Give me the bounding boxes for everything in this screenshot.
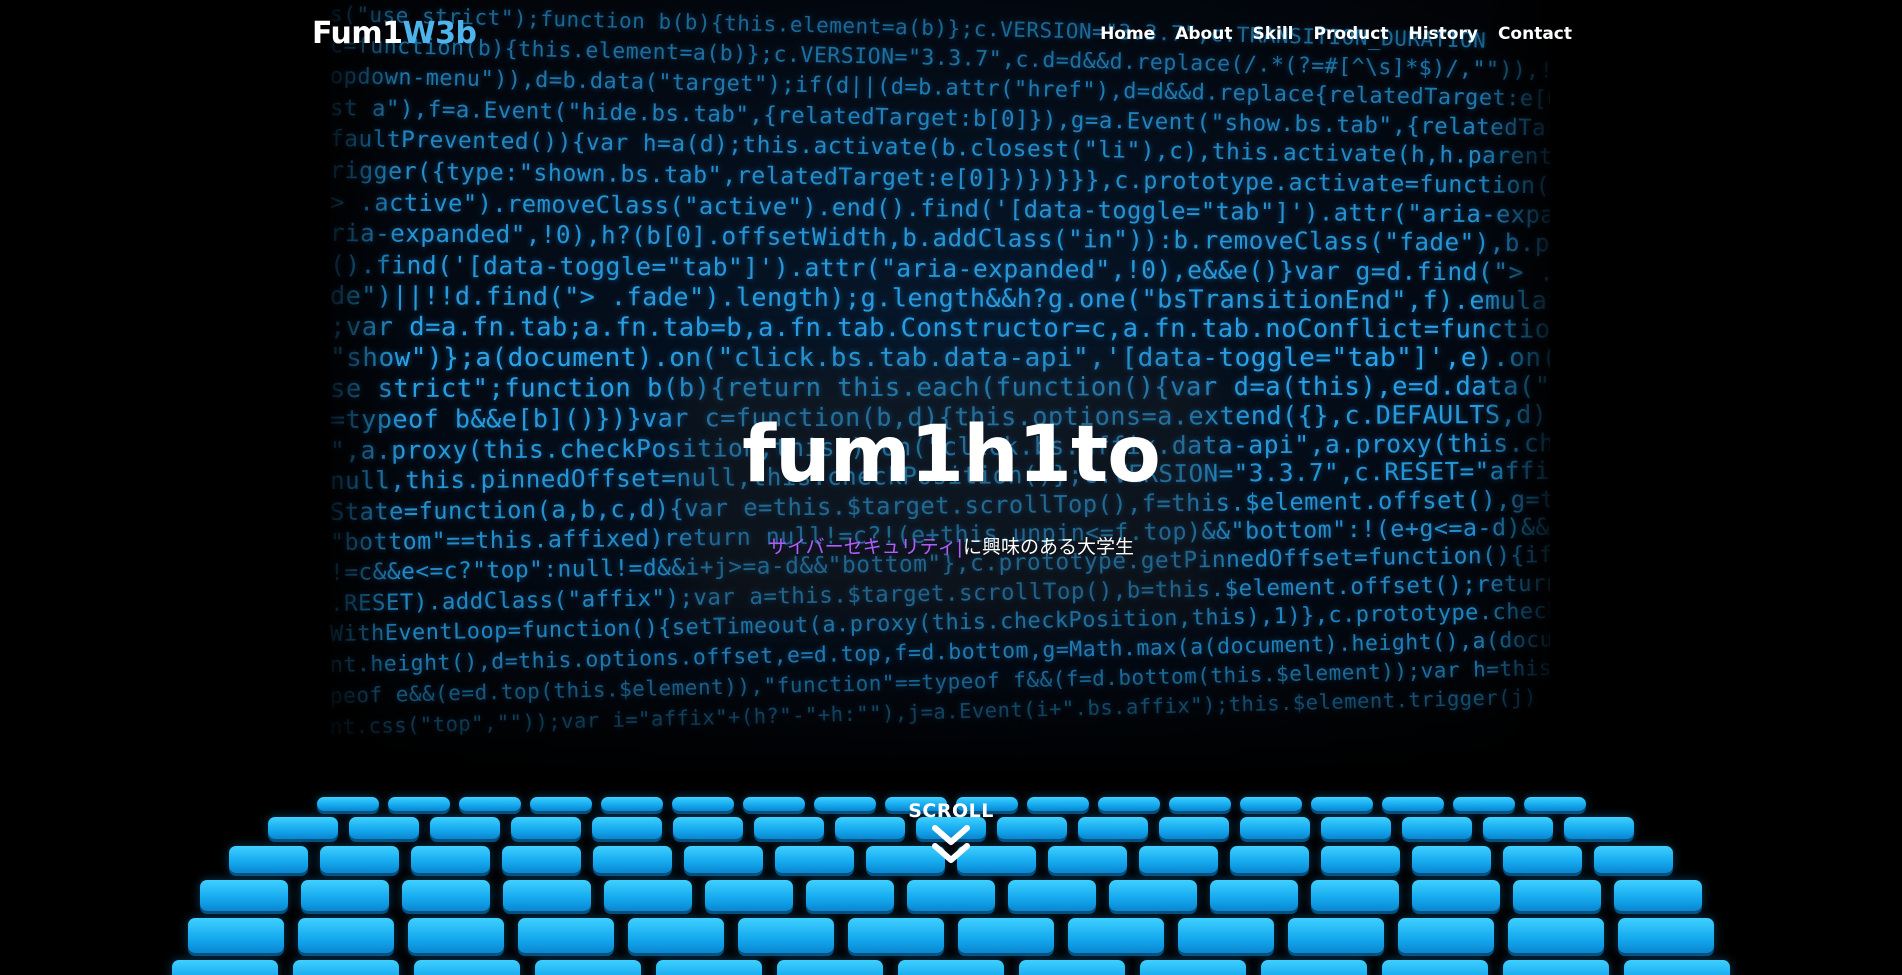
keyboard-key <box>188 918 284 953</box>
keyboard-key <box>1178 918 1274 953</box>
keyboard-key <box>898 960 1004 975</box>
keyboard-key <box>907 880 995 911</box>
keyboard-key <box>1624 960 1730 975</box>
keyboard-key <box>1618 918 1714 953</box>
keyboard-key <box>503 880 591 911</box>
keyboard-key <box>958 918 1054 953</box>
keyboard-key <box>1503 960 1609 975</box>
scroll-label: SCROLL <box>908 800 994 822</box>
keyboard-key <box>1068 918 1164 953</box>
nav-skill-link[interactable]: Skill <box>1252 24 1293 44</box>
nav-about-link[interactable]: About <box>1175 24 1232 44</box>
keyboard-key <box>1210 880 1298 911</box>
keyboard-key <box>806 880 894 911</box>
keyboard-key <box>1261 960 1367 975</box>
keyboard-key <box>518 918 614 953</box>
nav-home-link[interactable]: Home <box>1100 24 1155 44</box>
nav-contact-link[interactable]: Contact <box>1498 24 1572 44</box>
hero-section: s("use strict");function b(b){this.eleme… <box>0 0 1902 975</box>
keyboard-key <box>1288 918 1384 953</box>
subtitle-typed-text: サイバーセキュリティ <box>768 536 957 558</box>
key-row <box>0 918 1902 953</box>
keyboard-key <box>738 918 834 953</box>
keyboard-key <box>1513 880 1601 911</box>
keyboard-key <box>1140 960 1246 975</box>
logo-main-text: Fum1 <box>312 16 403 51</box>
keyboard-key <box>1508 918 1604 953</box>
hero-title: fum1h1to <box>742 410 1161 500</box>
keyboard-key <box>414 960 520 975</box>
keyboard-key <box>402 880 490 911</box>
navbar: Fum1W3b Home About Skill Product History… <box>0 0 1902 70</box>
keyboard-key <box>848 918 944 953</box>
keyboard-key <box>301 880 389 911</box>
double-chevron-down-icon <box>932 825 970 863</box>
nav-menu: Home About Skill Product History Contact <box>1100 24 1572 44</box>
keyboard-key <box>1398 918 1494 953</box>
keyboard-key <box>298 918 394 953</box>
subtitle-rest-text: に興味のある大学生 <box>962 536 1134 558</box>
keyboard-key <box>656 960 762 975</box>
keyboard-key <box>1614 880 1702 911</box>
keyboard-key <box>535 960 641 975</box>
nav-history-link[interactable]: History <box>1408 24 1477 44</box>
keyboard-key <box>604 880 692 911</box>
scroll-down-button[interactable]: SCROLL <box>0 800 1902 866</box>
code-line: "show")};a(document).on("click.bs.tab.da… <box>330 343 1550 373</box>
keyboard-key <box>777 960 883 975</box>
keyboard-key <box>628 918 724 953</box>
code-line: ;var d=a.fn.tab;a.fn.tab=b,a.fn.tab.Cons… <box>330 312 1550 345</box>
keyboard-key <box>705 880 793 911</box>
key-row <box>0 880 1902 911</box>
keyboard-key <box>1008 880 1096 911</box>
keyboard-key <box>1311 880 1399 911</box>
keyboard-key <box>172 960 278 975</box>
nav-product-link[interactable]: Product <box>1313 24 1388 44</box>
keyboard-key <box>1109 880 1197 911</box>
keyboard-key <box>200 880 288 911</box>
keyboard-key <box>293 960 399 975</box>
keyboard-key <box>408 918 504 953</box>
key-row <box>0 960 1902 975</box>
code-background: s("use strict");function b(b){this.eleme… <box>330 0 1550 770</box>
keyboard-key <box>1412 880 1500 911</box>
code-line: de")||!!d.find("> .fade").length);g.leng… <box>330 281 1550 317</box>
logo-accent-text: W3b <box>402 16 477 51</box>
site-logo[interactable]: Fum1W3b <box>312 16 477 51</box>
keyboard-key <box>1019 960 1125 975</box>
hero-subtitle: サイバーセキュリティ|に興味のある大学生 <box>0 532 1902 559</box>
keyboard-key <box>1382 960 1488 975</box>
